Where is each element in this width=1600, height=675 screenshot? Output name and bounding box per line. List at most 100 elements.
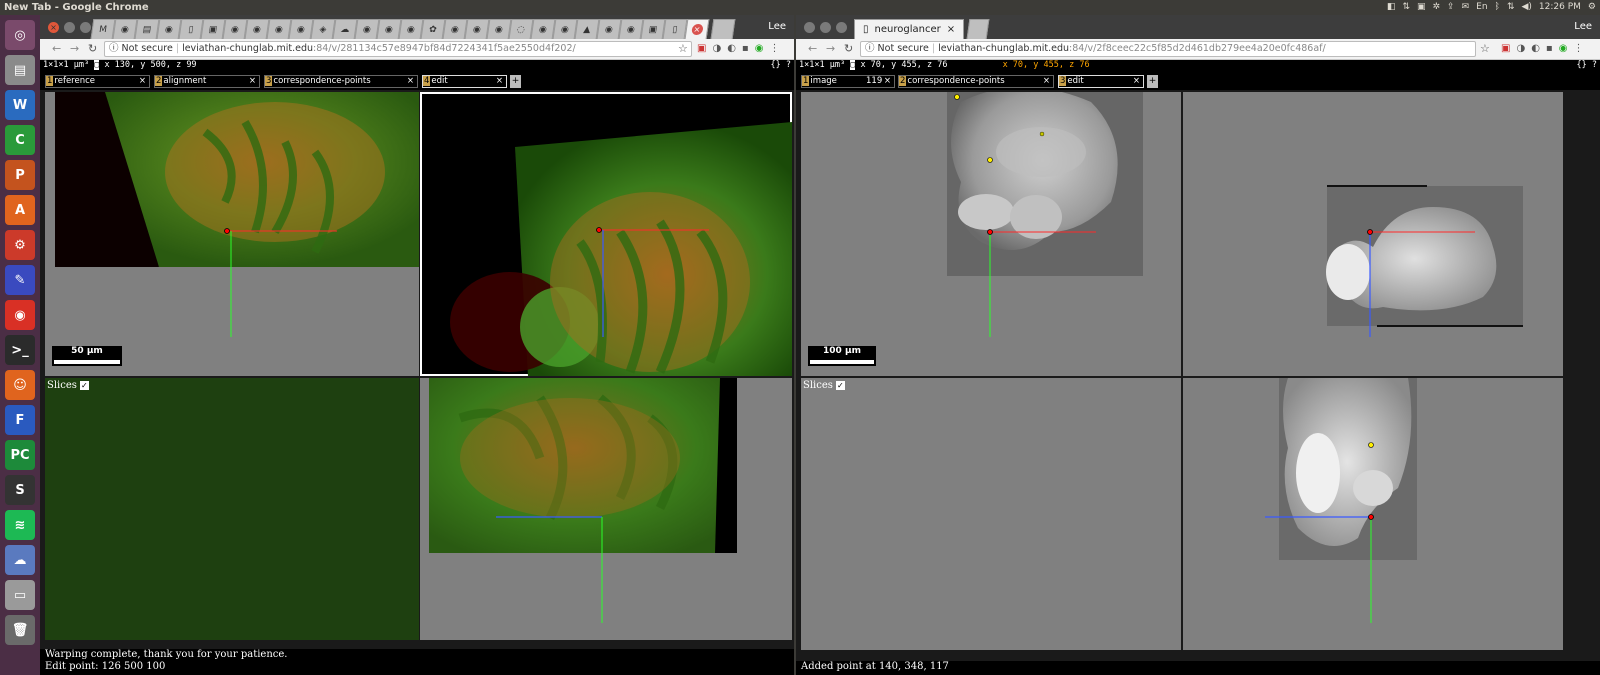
help-buttons[interactable]: {} ? [1577,60,1597,71]
browser-tab-favicon[interactable]: ◉ [244,19,270,39]
browser-tab-favicon[interactable]: ◉ [156,19,182,39]
copy-icon[interactable]: ▢ [94,60,100,70]
extension-icon-4[interactable]: ◉ [1559,43,1568,54]
sublime-icon[interactable]: S [5,475,35,505]
slices-checkbox[interactable]: ✓ [835,381,845,390]
layer-tab-correspondence-points[interactable]: 2 correspondence-points × [898,75,1054,88]
browser-tab-favicon[interactable]: ◉ [530,19,556,39]
forward-icon[interactable]: → [826,42,835,55]
close-icon[interactable]: × [139,76,146,87]
display-icon[interactable]: ▣ [1417,0,1426,15]
browser-tab-favicon[interactable]: ☁ [332,19,358,39]
back-icon[interactable]: ← [808,42,817,55]
pycharm-icon[interactable]: PC [5,440,35,470]
window-maximize-button[interactable] [836,22,847,33]
window-close-button[interactable]: × [48,22,59,33]
wifi-icon[interactable]: ⇅ [1507,0,1515,15]
browser-tab-favicon[interactable]: ◉ [354,19,380,39]
slices-toggle[interactable]: Slices ✓ [47,380,89,391]
extension-icon-3[interactable]: ▪ [742,43,749,54]
reload-icon[interactable]: ↻ [844,42,853,55]
extension-icon[interactable]: ◑ [712,43,721,54]
chrome-menu-icon[interactable]: ⋮ [1573,43,1583,54]
browser-tab-favicon[interactable]: ▣ [640,19,666,39]
window-minimize-button[interactable] [820,22,831,33]
upload-icon[interactable]: ⇪ [1447,0,1455,15]
close-icon[interactable]: × [1043,76,1050,87]
add-layer-button[interactable]: + [1147,75,1158,88]
network-icon[interactable]: ⇅ [1402,0,1410,15]
extension-icon-2[interactable]: ◐ [1531,43,1540,54]
mascot-icon[interactable]: ☺ [5,370,35,400]
browser-tab-favicon[interactable]: ◈ [310,19,336,39]
software-center-icon[interactable]: A [5,195,35,225]
close-icon[interactable]: × [407,76,414,87]
help-buttons[interactable]: {} ? [771,60,791,71]
close-icon[interactable]: × [1133,76,1140,87]
xz-view-panel[interactable] [420,92,792,376]
close-icon[interactable]: × [947,24,955,35]
settings-icon[interactable]: ⚙ [5,230,35,260]
extension-icon-2[interactable]: ◐ [727,43,736,54]
dropbox-icon[interactable]: ◧ [1387,0,1396,15]
calc-icon[interactable]: C [5,125,35,155]
window-maximize-button[interactable] [80,22,91,33]
extension-icon-3[interactable]: ▪ [1546,43,1553,54]
3d-view-panel[interactable]: Slices ✓ [801,378,1181,650]
xy-view-panel[interactable]: 100 µm [801,92,1181,376]
bluetooth-icon[interactable]: ᛒ [1495,0,1500,15]
position-readout[interactable]: x 130, y 500, z 99 [104,60,196,70]
gmail-extension-icon[interactable]: ▣ [697,43,706,54]
keyboard-layout[interactable]: En [1476,0,1487,15]
window-close-button[interactable] [804,22,815,33]
fiji-icon[interactable]: F [5,405,35,435]
browser-tab-favicon[interactable]: ◉ [618,19,644,39]
layer-tab-reference[interactable]: 1 reference × [45,75,150,88]
extension-icon-4[interactable]: ◉ [755,43,764,54]
close-icon[interactable]: × [249,76,256,87]
disk-icon[interactable]: ▭ [5,580,35,610]
browser-tab-favicon[interactable]: ▯ [662,19,688,39]
browser-tab-favicon[interactable]: M [90,19,116,39]
active-tab-close-icon[interactable]: × [684,19,710,39]
browser-tab-favicon[interactable]: ◉ [464,19,490,39]
extension-icon[interactable]: ◑ [1516,43,1525,54]
chrome-icon[interactable]: ◉ [5,300,35,330]
gear-tray-icon[interactable]: ✲ [1433,0,1441,15]
back-icon[interactable]: ← [52,42,61,55]
layer-tab-edit[interactable]: 4 edit × [422,75,507,88]
layer-tab-correspondence-points[interactable]: 3 correspondence-points × [264,75,418,88]
add-layer-button[interactable]: + [510,75,521,88]
3d-view-panel[interactable]: Slices ✓ [45,378,419,640]
copy-icon[interactable]: ▢ [850,60,856,70]
gmail-extension-icon[interactable]: ▣ [1501,43,1510,54]
browser-tab-favicon[interactable]: ▯ [178,19,204,39]
layer-tab-alignment[interactable]: 2 alignment × [154,75,260,88]
layer-tab-edit[interactable]: 3 edit × [1058,75,1144,88]
profile-button[interactable]: Lee [768,21,786,32]
files-icon[interactable]: ▤ [5,55,35,85]
browser-tab-favicon[interactable]: ◉ [398,19,424,39]
browser-tab-favicon[interactable]: ▣ [200,19,226,39]
yz-view-panel[interactable] [1183,378,1563,650]
ubuntu-dash-icon[interactable]: ◎ [5,20,35,50]
browser-tab-favicon[interactable]: ▤ [134,19,160,39]
bookmark-star-icon[interactable]: ☆ [678,42,688,55]
reload-icon[interactable]: ↻ [88,42,97,55]
browser-tab-favicon[interactable]: ◉ [288,19,314,39]
address-bar[interactable]: ⓘ Not secure | leviathan-chunglab.mit.ed… [104,41,692,57]
trash-icon[interactable]: 🗑 [5,615,35,645]
terminal-icon[interactable]: >_ [5,335,35,365]
browser-tab-favicon[interactable]: ◉ [112,19,138,39]
volume-icon[interactable]: ◀) [1521,0,1531,15]
profile-button[interactable]: Lee [1574,21,1592,32]
close-icon[interactable]: × [496,76,503,87]
bookmark-star-icon[interactable]: ☆ [1480,42,1490,55]
editor-icon[interactable]: ✎ [5,265,35,295]
browser-tab-favicon[interactable]: ✿ [420,19,446,39]
yz-view-panel[interactable] [420,378,792,640]
spotify-icon[interactable]: ≋ [5,510,35,540]
new-tab-button[interactable] [966,19,990,39]
clock[interactable]: 12:26 PM [1539,0,1581,15]
chrome-menu-icon[interactable]: ⋮ [769,43,779,54]
